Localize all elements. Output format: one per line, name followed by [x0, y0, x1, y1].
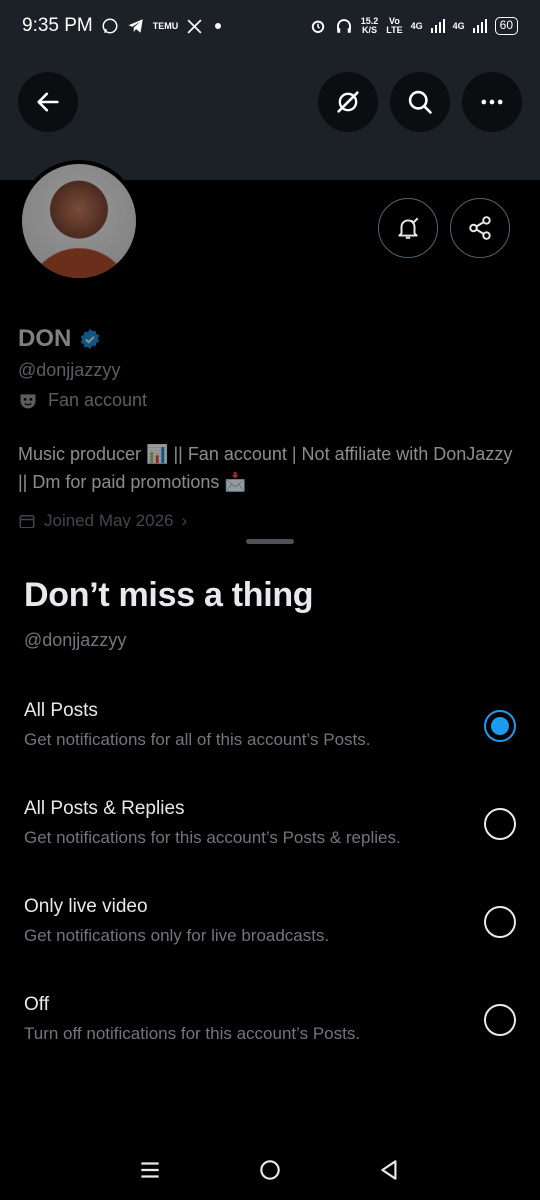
option-desc: Turn off notifications for this account’…	[24, 1024, 361, 1043]
telegram-icon	[128, 19, 143, 33]
notification-sheet: Don’t miss a thing @donjjazzyy All Posts…	[0, 528, 540, 1200]
headphones-icon	[336, 19, 351, 33]
home-button[interactable]	[250, 1150, 290, 1190]
profile-label-text: Fan account	[48, 390, 148, 410]
system-navbar	[0, 1140, 540, 1200]
notifications-button[interactable]	[378, 198, 438, 258]
more-icon	[481, 99, 503, 105]
alarm-icon	[311, 20, 324, 33]
volte-indicator: Vo LTE	[386, 16, 403, 35]
grok-button[interactable]	[318, 72, 378, 132]
sheet-handle: @donjjazzyy	[24, 630, 127, 650]
option-title: All Posts & Replies	[24, 798, 185, 819]
radio-unselected[interactable]	[484, 1004, 516, 1036]
sheet-title: Don’t miss a thing	[24, 576, 314, 614]
temu-icon: TEMU	[152, 20, 179, 31]
profile-label: Fan account	[18, 390, 147, 411]
radio-unselected[interactable]	[484, 906, 516, 938]
profile-name-text: DON	[18, 325, 72, 352]
profile-handle: @donjjazzyy	[18, 360, 121, 380]
mask-icon	[20, 393, 36, 408]
menu-icon	[141, 1162, 159, 1178]
grok-icon	[337, 91, 359, 113]
radio-unselected[interactable]	[484, 808, 516, 840]
profile-bio: Music producer 📊 || Fan account | Not af…	[18, 444, 513, 492]
recent-apps-button[interactable]	[130, 1150, 170, 1190]
option-desc: Get notifications for this account’s Pos…	[24, 828, 401, 847]
profile-name: DON	[18, 325, 101, 353]
battery-indicator: 60	[494, 17, 518, 35]
option-all-posts[interactable]: All Posts Get notifications for all of t…	[0, 700, 540, 790]
bell-check-icon	[398, 217, 419, 239]
whatsapp-icon	[102, 18, 118, 34]
network-speed: 15.2 K/S	[360, 16, 379, 35]
back-triangle-icon	[381, 1160, 397, 1180]
network-type-2: 4G	[452, 20, 465, 31]
back-arrow-icon	[37, 92, 59, 112]
option-title: Only live video	[24, 896, 148, 917]
signal-icon	[472, 19, 487, 33]
option-desc: Get notifications only for live broadcas…	[24, 926, 330, 945]
status-time: 9:35 PM	[22, 15, 93, 36]
signal-icon	[430, 19, 445, 33]
more-button[interactable]	[462, 72, 522, 132]
search-icon	[408, 90, 432, 114]
home-circle-icon	[260, 1160, 280, 1180]
option-only-live-video[interactable]: Only live video Get notifications only f…	[0, 896, 540, 986]
verified-badge-icon	[81, 328, 100, 350]
option-title: All Posts	[24, 700, 98, 721]
back-nav-button[interactable]	[370, 1150, 410, 1190]
option-all-posts-replies[interactable]: All Posts & Replies Get notifications fo…	[0, 798, 540, 888]
status-bar: 9:35 PM TEMU 15.2 K/S Vo LTE 4G 4G 60	[0, 0, 540, 52]
share-icon	[469, 216, 491, 240]
dot-icon	[215, 23, 222, 29]
network-type-1: 4G	[410, 20, 423, 31]
sheet-grabber[interactable]	[246, 539, 294, 544]
search-button[interactable]	[390, 72, 450, 132]
back-button[interactable]	[18, 72, 78, 132]
x-icon	[187, 19, 202, 33]
option-desc: Get notifications for all of this accoun…	[24, 730, 371, 749]
radio-selected[interactable]	[484, 710, 516, 742]
avatar[interactable]	[18, 160, 140, 282]
share-button[interactable]	[450, 198, 510, 258]
option-title: Off	[24, 994, 49, 1015]
option-off[interactable]: Off Turn off notifications for this acco…	[0, 994, 540, 1084]
